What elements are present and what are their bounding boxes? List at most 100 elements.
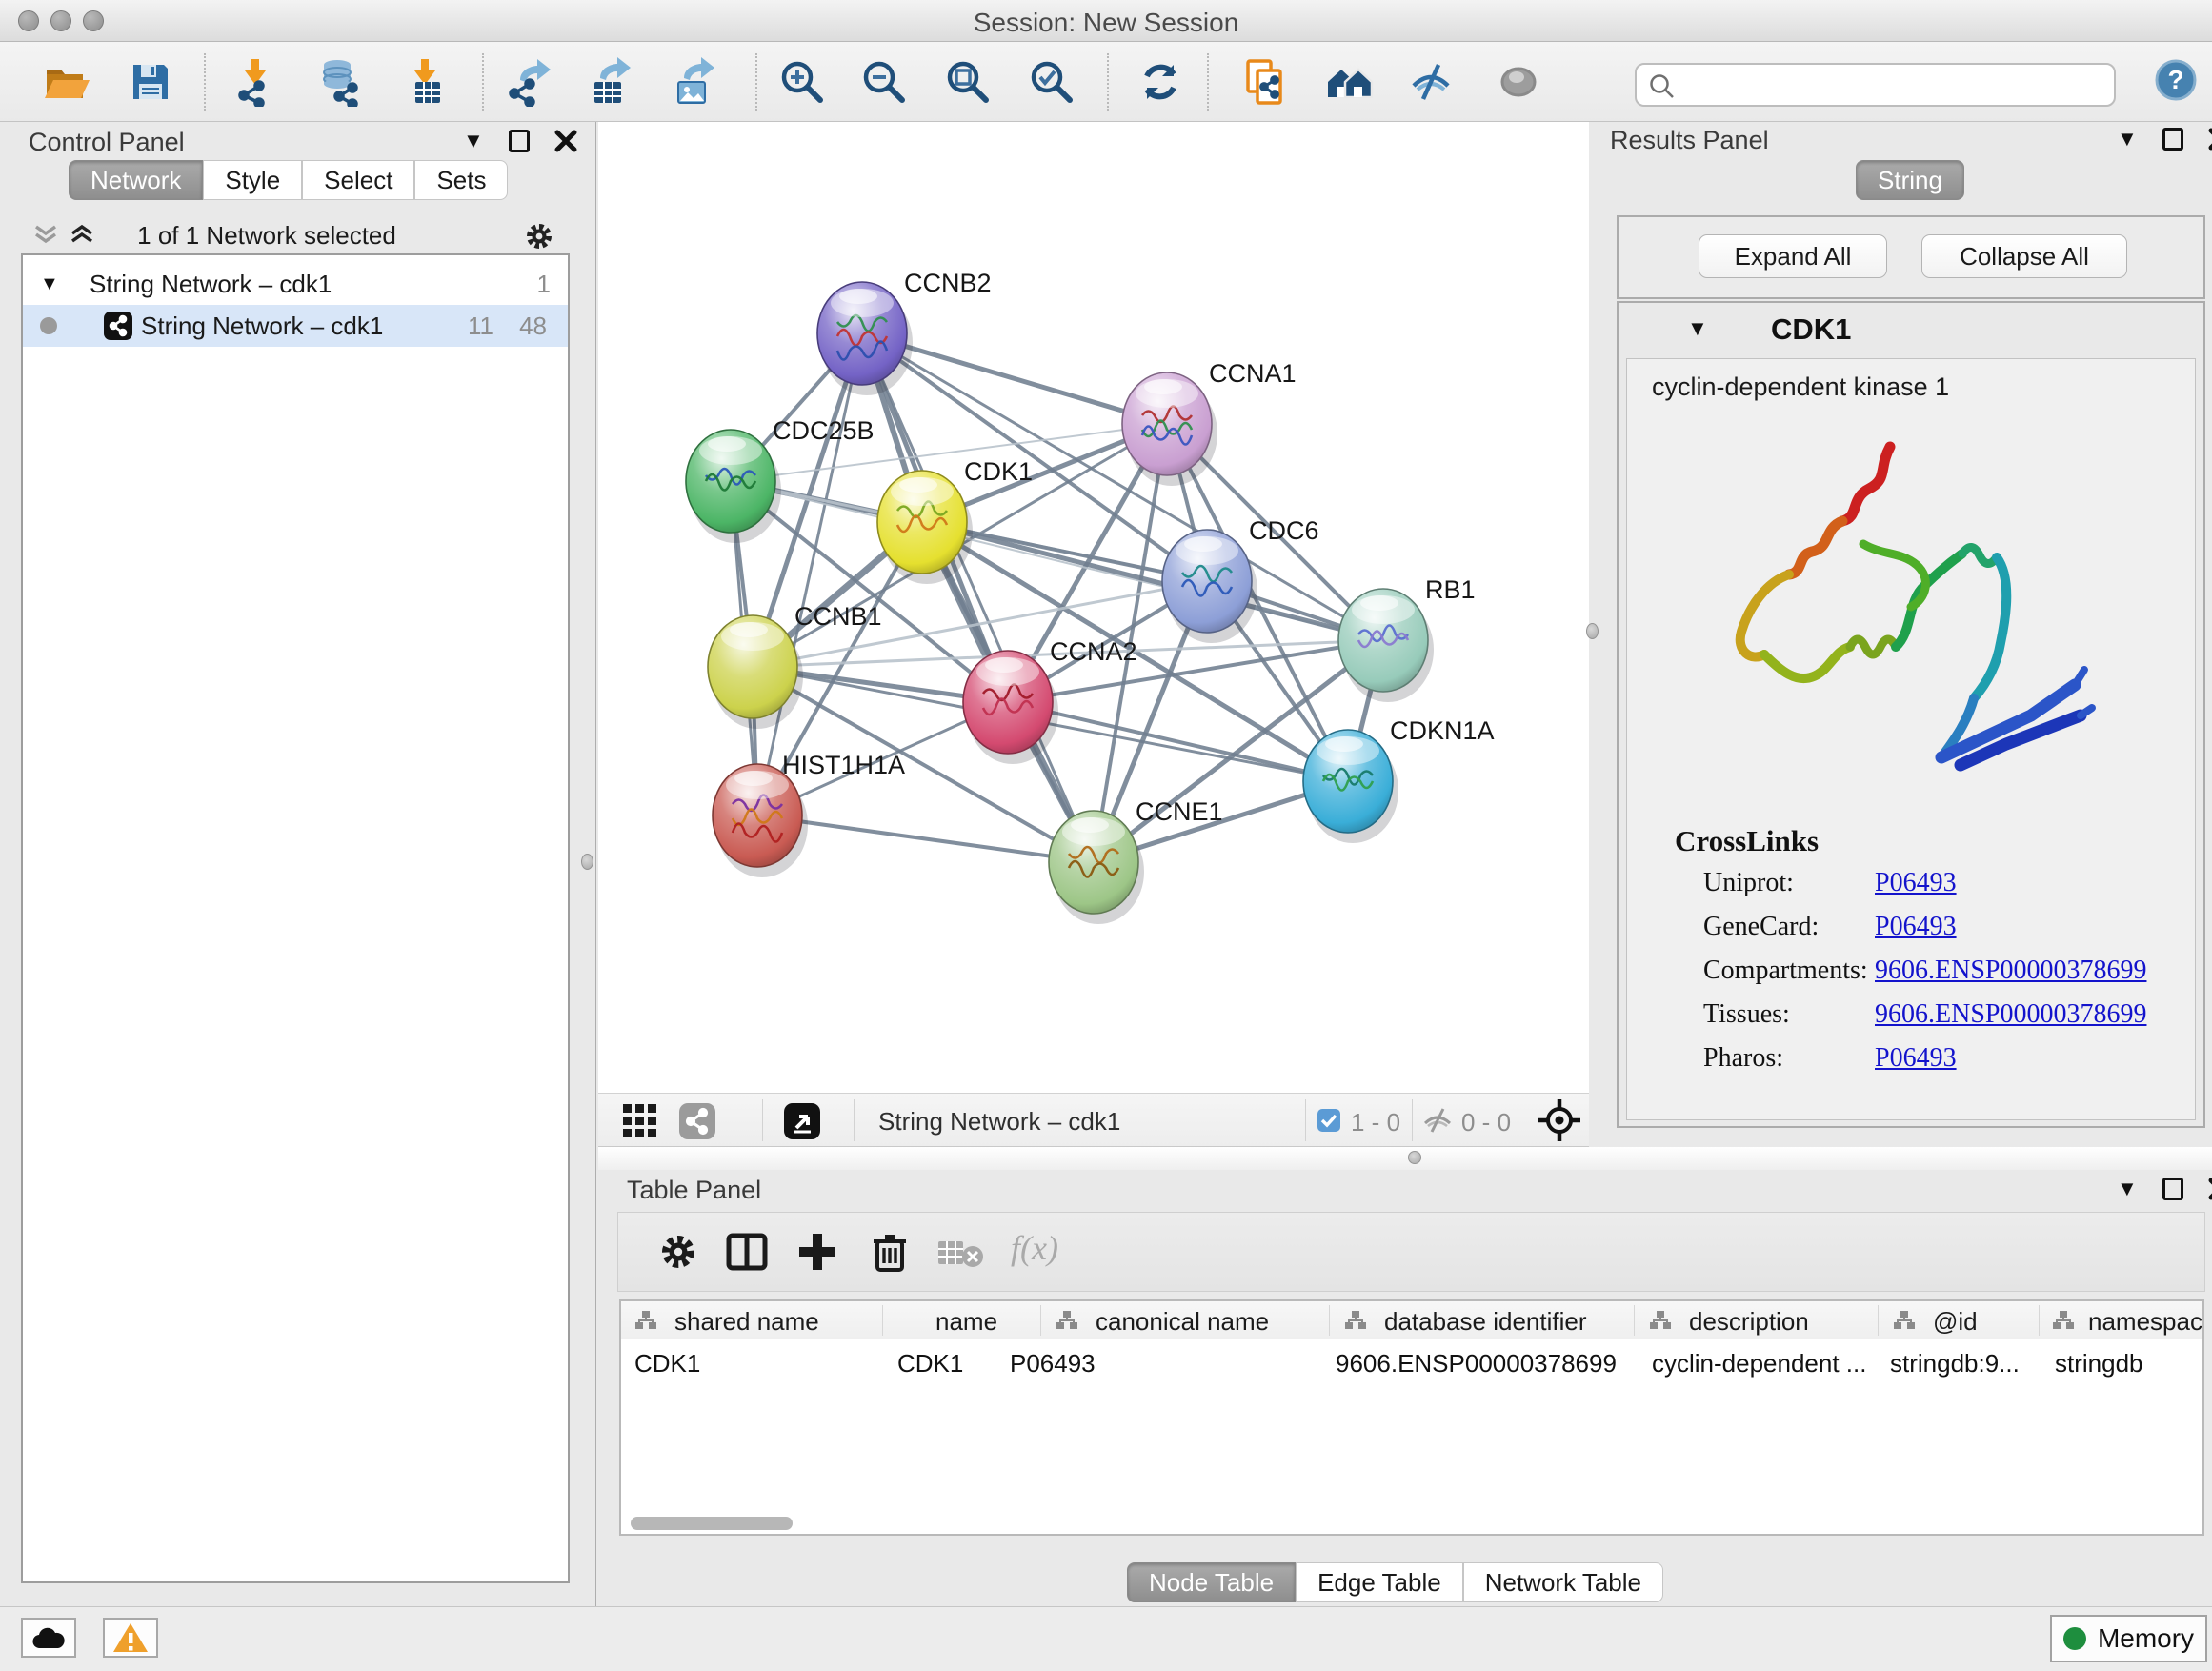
open-session-icon[interactable] [42, 57, 91, 107]
right-splitter-handle[interactable] [1586, 623, 1599, 639]
panel-float-icon[interactable] [2162, 1178, 2183, 1200]
crosslink-link[interactable]: P06493 [1875, 912, 1957, 942]
panel-menu-icon[interactable]: ▼ [2117, 1178, 2138, 1199]
cell-at-id[interactable]: stringdb:9... [1890, 1349, 2033, 1379]
graph-node-CDK1[interactable]: CDK1 [877, 457, 1033, 584]
graph-node-CCNB1[interactable]: CCNB1 [708, 602, 882, 729]
graph-node-CDC6[interactable]: CDC6 [1162, 516, 1319, 643]
column-header-at-id[interactable]: @id [1878, 1301, 2039, 1339]
tab-network[interactable]: Network [69, 160, 203, 200]
gene-section-header[interactable]: ▼ CDK1 [1619, 303, 2203, 356]
column-header-database-identifier[interactable]: database identifier [1329, 1301, 1634, 1339]
search-input[interactable] [1686, 69, 2105, 101]
panel-menu-icon[interactable]: ▼ [2117, 129, 2138, 150]
panel-close-icon[interactable] [2208, 1178, 2212, 1200]
network-canvas[interactable]: CCNB2CCNA1CDC25BCDK1CDC6RB1CCNB1CCNA2CDK… [598, 122, 1589, 1093]
network-options-gear-icon[interactable] [522, 219, 556, 253]
crosslink-link[interactable]: P06493 [1875, 868, 1957, 898]
graph-node-RB1[interactable]: RB1 [1338, 575, 1476, 702]
tab-sets[interactable]: Sets [414, 160, 508, 200]
new-network-from-selection-icon[interactable] [1240, 57, 1290, 107]
export-network-icon[interactable] [505, 57, 554, 107]
graph-node-CCNB2[interactable]: CCNB2 [817, 269, 992, 395]
export-image-icon[interactable] [669, 57, 718, 107]
tab-style[interactable]: Style [203, 160, 302, 200]
import-table-icon[interactable] [400, 57, 450, 107]
zoom-out-icon[interactable] [859, 57, 909, 107]
left-splitter-handle[interactable] [581, 854, 593, 870]
delete-column-icon[interactable] [868, 1230, 912, 1274]
detach-view-icon[interactable] [783, 1102, 821, 1140]
fit-selected-crosshair-icon[interactable] [1538, 1098, 1581, 1142]
horizontal-splitter[interactable] [598, 1147, 2212, 1170]
memory-button[interactable]: Memory [2050, 1615, 2207, 1662]
cloud-button[interactable] [21, 1618, 76, 1658]
table-options-gear-icon[interactable] [656, 1230, 700, 1274]
warning-icon [111, 1621, 150, 1654]
graph-node-CDKN1A[interactable]: CDKN1A [1303, 716, 1495, 843]
import-network-file-icon[interactable] [231, 57, 280, 107]
tab-string[interactable]: String [1856, 160, 1964, 200]
column-header-description[interactable]: description [1634, 1301, 1878, 1339]
crosslink-link[interactable]: P06493 [1875, 1043, 1957, 1074]
cell-namespace[interactable]: stringdb [2055, 1349, 2198, 1379]
right-splitter[interactable] [1589, 122, 1599, 1147]
delete-table-icon[interactable] [936, 1238, 986, 1270]
apply-layout-icon[interactable] [1136, 57, 1185, 107]
zoom-fit-icon[interactable] [943, 57, 993, 107]
zoom-selected-icon[interactable] [1027, 57, 1076, 107]
warnings-button[interactable] [103, 1618, 158, 1658]
import-network-database-icon[interactable] [314, 57, 364, 107]
tab-edge-table[interactable]: Edge Table [1296, 1562, 1463, 1602]
export-table-icon[interactable] [585, 57, 634, 107]
tab-select[interactable]: Select [302, 160, 414, 200]
cell-database-identifier[interactable]: 9606.ENSP00000378699 [1336, 1349, 1627, 1379]
selected-checkbox-icon[interactable] [1317, 1108, 1341, 1133]
first-neighbors-icon[interactable] [1324, 57, 1374, 107]
network-collection-row[interactable]: ▼ String Network – cdk1 1 [23, 263, 568, 305]
gene-expander-icon[interactable]: ▼ [1687, 318, 1708, 339]
tab-node-table[interactable]: Node Table [1127, 1562, 1296, 1602]
cell-canonical-name[interactable]: P06493 [1010, 1349, 1277, 1379]
panel-menu-icon[interactable]: ▼ [463, 131, 484, 151]
crosslink-link[interactable]: 9606.ENSP00000378699 [1875, 956, 2146, 986]
panel-close-icon[interactable] [554, 130, 577, 152]
panel-float-icon[interactable] [2162, 128, 2183, 151]
graph-node-CDC25B[interactable]: CDC25B [686, 416, 875, 543]
protein-structure-image [1692, 430, 2111, 811]
help-icon[interactable]: ? [2155, 59, 2197, 101]
graph-node-label: CCNE1 [1136, 797, 1223, 826]
graph-node-HIST1H1A[interactable]: HIST1H1A [713, 751, 905, 877]
toolbar-separator [1305, 1099, 1306, 1141]
horizontal-scrollbar-thumb[interactable] [631, 1517, 793, 1530]
expand-all-button[interactable]: Expand All [1699, 234, 1887, 278]
column-header-canonical-name[interactable]: canonical name [1040, 1301, 1329, 1339]
graph-node-CCNA2[interactable]: CCNA2 [963, 637, 1137, 764]
hide-selected-icon[interactable] [1406, 57, 1456, 107]
gene-details: cyclin-dependent kinase 1 [1626, 358, 2196, 1120]
zoom-in-icon[interactable] [777, 57, 827, 107]
control-panel: Control Panel ▼ Network Style Select Set… [0, 122, 596, 1606]
collapse-all-button[interactable]: Collapse All [1921, 234, 2127, 278]
crosslink-link[interactable]: 9606.ENSP00000378699 [1875, 999, 2146, 1030]
horizontal-splitter-handle[interactable] [1408, 1151, 1421, 1164]
collection-expander-icon[interactable]: ▼ [40, 274, 59, 293]
column-header-shared-name[interactable]: shared name [621, 1301, 882, 1339]
column-header-name[interactable]: name [882, 1301, 1040, 1339]
tab-network-table[interactable]: Network Table [1463, 1562, 1663, 1602]
graph-node-CCNE1[interactable]: CCNE1 [1049, 797, 1223, 924]
column-header-namespace[interactable]: namespace [2039, 1301, 2202, 1339]
network-overview-icon[interactable] [678, 1102, 716, 1140]
add-column-icon[interactable] [795, 1230, 839, 1274]
network-row-selected[interactable]: String Network – cdk1 11 48 [23, 305, 568, 347]
cell-description[interactable]: cyclin-dependent ... [1652, 1349, 1871, 1379]
network-status-dot [40, 317, 57, 334]
panel-float-icon[interactable] [509, 130, 530, 152]
save-session-icon[interactable] [126, 57, 175, 107]
show-columns-icon[interactable] [725, 1230, 769, 1274]
function-builder-icon[interactable]: f(x) [1011, 1228, 1058, 1268]
show-all-icon[interactable] [1494, 57, 1543, 107]
panel-close-icon[interactable] [2208, 128, 2212, 151]
cell-shared-name[interactable]: CDK1 [634, 1349, 873, 1379]
birds-eye-view-icon[interactable] [621, 1102, 659, 1140]
